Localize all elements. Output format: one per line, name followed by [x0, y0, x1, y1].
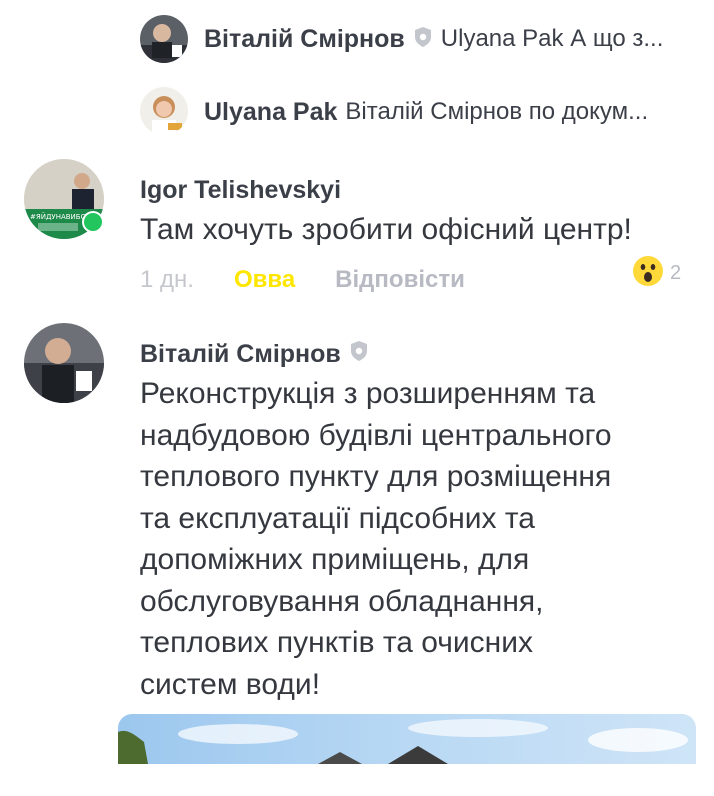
comment-text-line: надбудовою будівлі центрального	[140, 418, 612, 452]
reply-item[interactable]: Віталій Смірнов Ulyana Pak А що з...	[140, 14, 700, 64]
reply-author[interactable]: Віталій Смірнов	[204, 25, 405, 54]
comment-time: 1 дн.	[140, 266, 194, 293]
comment-text-line: теплового пункту для розміщення	[140, 460, 612, 493]
comment-text-line: Реконструкція з розширенням та	[140, 377, 596, 410]
reply-text: Ulyana Pak А що з...	[440, 25, 664, 52]
verified-badge-icon	[413, 26, 433, 53]
comment-text-line: допоміжних приміщень, для	[140, 543, 530, 576]
online-indicator-icon	[82, 211, 104, 233]
comment-avatar-vitalii[interactable]	[24, 323, 104, 403]
reply-author[interactable]: Ulyana Pak	[204, 98, 337, 127]
reply-item[interactable]: Ulyana Pak Віталій Смірнов по докум...	[140, 87, 700, 137]
bottom-spacer	[0, 768, 714, 796]
comment-author[interactable]: Віталій Смірнов	[140, 340, 369, 369]
wow-reaction-button[interactable]: Овва	[234, 266, 295, 294]
comment-text: Там хочуть зробити офісний центр!	[140, 213, 632, 246]
reply-button[interactable]: Відповісти	[335, 266, 465, 294]
reaction-count: 2	[670, 262, 682, 284]
verified-badge-icon	[349, 340, 369, 369]
comment-text-line: теплових пунктів та очисних	[140, 626, 534, 659]
reaction-summary[interactable]: 2	[632, 255, 681, 292]
wow-emoji-icon	[632, 255, 664, 292]
comment-actions: 1 дн. Овва Відповісти	[140, 266, 465, 294]
reply-text: Віталій Смірнов по докум...	[345, 98, 649, 125]
comment-text-line: обслуговування обладнання,	[140, 584, 544, 618]
comment-text-line: систем води!	[140, 667, 321, 701]
comment-text: Реконструкція з розширенням та надбудово…	[140, 373, 680, 705]
comment-text-line: та експлуатації підсобних та	[140, 501, 535, 535]
comment-author[interactable]: Igor Telishevskyi	[140, 176, 341, 205]
comment-photo[interactable]	[118, 714, 696, 764]
comment-author-label[interactable]: Віталій Смірнов	[140, 340, 341, 369]
